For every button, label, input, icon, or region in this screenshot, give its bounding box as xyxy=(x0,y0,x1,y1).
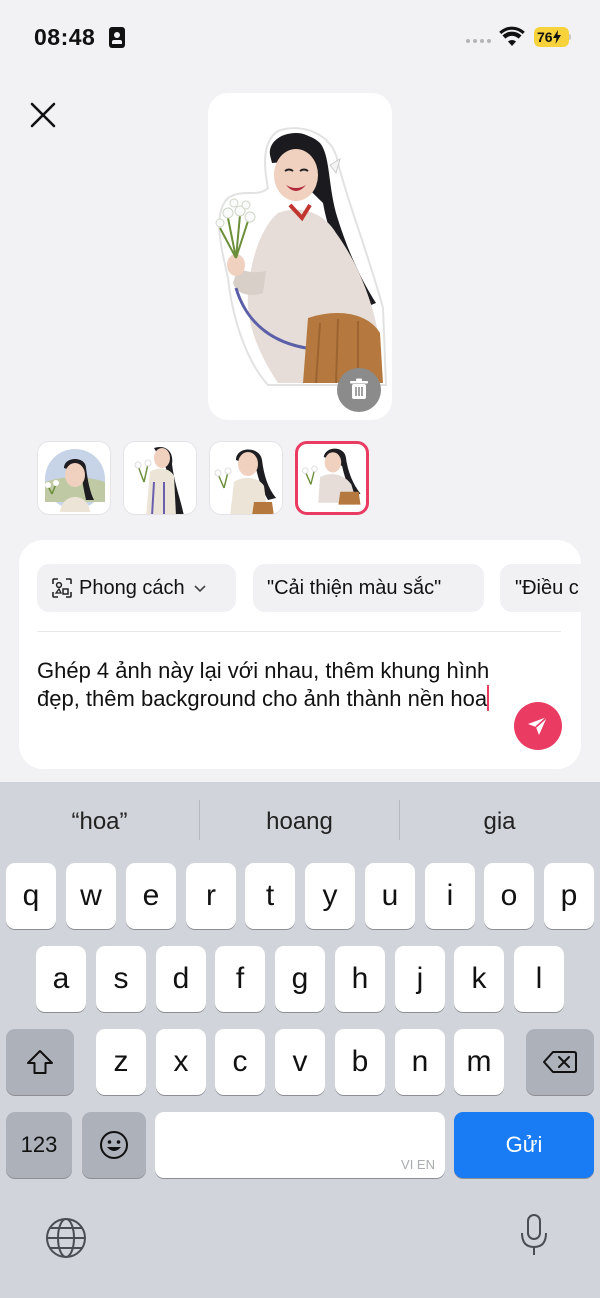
send-button[interactable] xyxy=(514,702,562,750)
backspace-icon xyxy=(543,1051,577,1073)
key-f[interactable]: f xyxy=(215,946,265,1012)
suggestion-2[interactable]: hoang xyxy=(200,782,399,862)
key-a[interactable]: a xyxy=(36,946,86,1012)
close-icon[interactable] xyxy=(26,98,60,132)
status-time: 08:48 xyxy=(34,24,96,50)
trash-icon xyxy=(350,378,368,399)
key-o[interactable]: o xyxy=(484,863,534,929)
space-key[interactable]: VI EN xyxy=(155,1112,445,1178)
key-j[interactable]: j xyxy=(395,946,445,1012)
key-u[interactable]: u xyxy=(365,863,415,929)
charging-bolt-icon xyxy=(552,30,561,44)
emoji-key[interactable] xyxy=(82,1112,146,1178)
key-k[interactable]: k xyxy=(454,946,504,1012)
globe-icon[interactable] xyxy=(44,1216,88,1260)
key-w[interactable]: w xyxy=(66,863,116,929)
key-v[interactable]: v xyxy=(275,1029,325,1095)
microphone-icon[interactable] xyxy=(518,1212,550,1258)
contact-card-icon xyxy=(109,27,125,48)
suggestion-3[interactable]: gia xyxy=(400,782,599,862)
suggestion-chips: Phong cách "Cải thiện màu sắc" "Điều c xyxy=(37,564,581,612)
delete-image-button[interactable] xyxy=(337,368,381,412)
key-i[interactable]: i xyxy=(425,863,475,929)
key-d[interactable]: d xyxy=(156,946,206,1012)
prompt-input[interactable]: Ghép 4 ảnh này lại với nhau, thêm khung … xyxy=(37,657,507,713)
key-t[interactable]: t xyxy=(245,863,295,929)
chevron-down-icon xyxy=(194,585,206,593)
key-b[interactable]: b xyxy=(335,1029,385,1095)
key-s[interactable]: s xyxy=(96,946,146,1012)
keyboard: “hoa” hoang gia q w e r t y u i o p a s … xyxy=(0,782,600,1298)
battery-indicator: 76 xyxy=(534,27,569,47)
thumbnail-image xyxy=(134,447,184,514)
key-z[interactable]: z xyxy=(96,1029,146,1095)
chip-improve-color-label: "Cải thiện màu sắc" xyxy=(267,576,442,599)
divider xyxy=(37,631,561,632)
thumbnail-4[interactable] xyxy=(295,441,369,515)
thumbnail-image xyxy=(302,448,361,505)
shift-icon xyxy=(27,1050,53,1074)
chip-adjust-label: "Điều c xyxy=(515,576,579,599)
battery-level: 76 xyxy=(537,29,553,45)
key-m[interactable]: m xyxy=(454,1029,504,1095)
cellular-signal-icon xyxy=(466,39,491,43)
chip-style[interactable]: Phong cách xyxy=(37,564,236,612)
key-q[interactable]: q xyxy=(6,863,56,929)
battery-cap xyxy=(569,34,571,40)
shift-key[interactable] xyxy=(6,1029,74,1095)
emoji-icon xyxy=(100,1131,128,1159)
key-y[interactable]: y xyxy=(305,863,355,929)
key-h[interactable]: h xyxy=(335,946,385,1012)
numbers-key[interactable]: 123 xyxy=(6,1112,72,1178)
status-bar: 08:48 76 xyxy=(0,0,600,76)
chip-improve-color[interactable]: "Cải thiện màu sắc" xyxy=(253,564,484,612)
key-r[interactable]: r xyxy=(186,863,236,929)
thumbnail-1[interactable] xyxy=(37,441,111,515)
key-p[interactable]: p xyxy=(544,863,594,929)
wifi-icon xyxy=(499,26,525,46)
language-hint: VI EN xyxy=(401,1157,435,1172)
chip-adjust[interactable]: "Điều c xyxy=(500,564,581,612)
key-l[interactable]: l xyxy=(514,946,564,1012)
chip-style-label: Phong cách xyxy=(79,576,185,599)
thumbnail-image xyxy=(214,449,276,514)
thumbnail-3[interactable] xyxy=(209,441,283,515)
key-c[interactable]: c xyxy=(215,1029,265,1095)
backspace-key[interactable] xyxy=(526,1029,594,1095)
key-g[interactable]: g xyxy=(275,946,325,1012)
thumbnail-image xyxy=(45,449,105,512)
send-icon xyxy=(528,716,548,735)
key-x[interactable]: x xyxy=(156,1029,206,1095)
send-return-key[interactable]: Gửi xyxy=(454,1112,594,1178)
key-e[interactable]: e xyxy=(126,863,176,929)
key-n[interactable]: n xyxy=(395,1029,445,1095)
style-icon xyxy=(52,578,72,598)
prompt-input-text: Ghép 4 ảnh này lại với nhau, thêm khung … xyxy=(37,658,490,711)
text-caret xyxy=(487,685,490,711)
thumbnail-2[interactable] xyxy=(123,441,197,515)
prompt-card: Phong cách "Cải thiện màu sắc" "Điều c G… xyxy=(19,540,581,769)
suggestion-1[interactable]: “hoa” xyxy=(0,782,199,862)
